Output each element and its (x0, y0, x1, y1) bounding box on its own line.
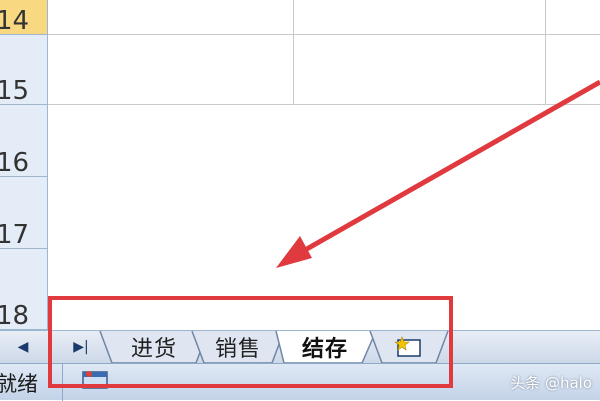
row-header-18[interactable]: 18 (0, 249, 48, 330)
cell[interactable] (294, 0, 546, 35)
sheet-tab-bar: ◀ ▶| 进货 销售 结存 (0, 330, 600, 364)
status-bar: 就绪 头条 @halo (0, 363, 600, 401)
row-header-14[interactable]: 14 (0, 0, 48, 35)
sheet-tab-purchase[interactable]: 进货 (112, 331, 196, 363)
sheet-tab-sales[interactable]: 销售 (204, 331, 272, 363)
status-divider (62, 364, 63, 401)
status-ready-text: 就绪 (0, 372, 38, 396)
watermark-text: 头条 @halo (510, 374, 592, 392)
row-header-17[interactable]: 17 (0, 177, 48, 249)
spreadsheet-grid[interactable]: 14 15 16 17 18 (0, 0, 600, 330)
cell[interactable] (294, 35, 546, 105)
cell[interactable] (48, 0, 294, 35)
row-header-15[interactable]: 15 (0, 35, 48, 105)
row-header-16[interactable]: 16 (0, 105, 48, 177)
sheet-tab-inventory[interactable]: 结存 (286, 331, 364, 363)
cell[interactable] (48, 35, 294, 105)
macro-record-icon[interactable] (80, 368, 110, 390)
cell[interactable] (546, 0, 600, 35)
cell[interactable] (546, 35, 600, 105)
